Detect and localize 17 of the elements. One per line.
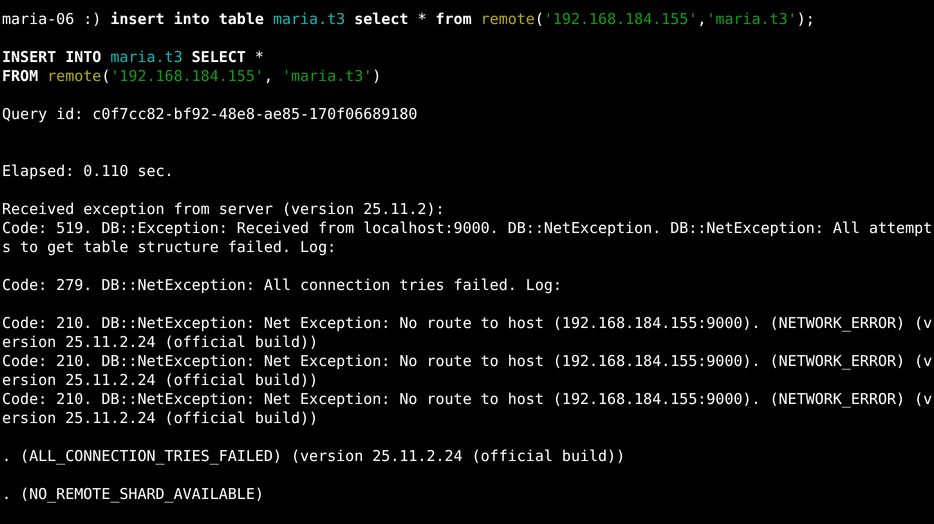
terminal-line: Code: 210. DB::NetException: Net Exception: No route to host (192.168.184.155:9000). (NETWORK_ERROR) (v bbox=[2, 390, 932, 409]
terminal-line: Received exception from server (version 25.11.2): bbox=[2, 200, 445, 219]
terminal-line: Elapsed: 0.110 sec. bbox=[2, 162, 174, 181]
terminal-line: Code: 210. DB::NetException: Net Exception: No route to host (192.168.184.155:9000). (NETWORK_ERROR) (v bbox=[2, 314, 932, 333]
terminal-line: Code: 279. DB::NetException: All connection tries failed. Log: bbox=[2, 276, 562, 295]
terminal-line: ersion 25.11.2.24 (official build)) bbox=[2, 371, 318, 390]
terminal-line: INSERT INTO maria.t3 SELECT * bbox=[2, 48, 264, 67]
terminal-line: FROM remote('192.168.184.155', 'maria.t3') bbox=[2, 67, 382, 86]
terminal-line: Code: 519. DB::Exception: Received from localhost:9000. DB::NetException. DB::NetException: All attempt bbox=[2, 219, 932, 238]
terminal-line: . (NO_REMOTE_SHARD_AVAILABLE) bbox=[2, 485, 264, 504]
terminal-line: Query id: c0f7cc82-bf92-48e8-ae85-170f06689180 bbox=[2, 105, 418, 124]
terminal-line: ersion 25.11.2.24 (official build)) bbox=[2, 409, 318, 428]
terminal-line: s to get table structure failed. Log: bbox=[2, 238, 336, 257]
terminal-line: Code: 210. DB::NetException: Net Exception: No route to host (192.168.184.155:9000). (NETWORK_ERROR) (v bbox=[2, 352, 932, 371]
terminal-line: ersion 25.11.2.24 (official build)) bbox=[2, 333, 318, 352]
terminal-line: maria-06 :) insert into table maria.t3 select * from remote('192.168.184.155','maria.t3'); bbox=[2, 10, 815, 29]
terminal-line: . (ALL_CONNECTION_TRIES_FAILED) (version 25.11.2.24 (official build)) bbox=[2, 447, 626, 466]
